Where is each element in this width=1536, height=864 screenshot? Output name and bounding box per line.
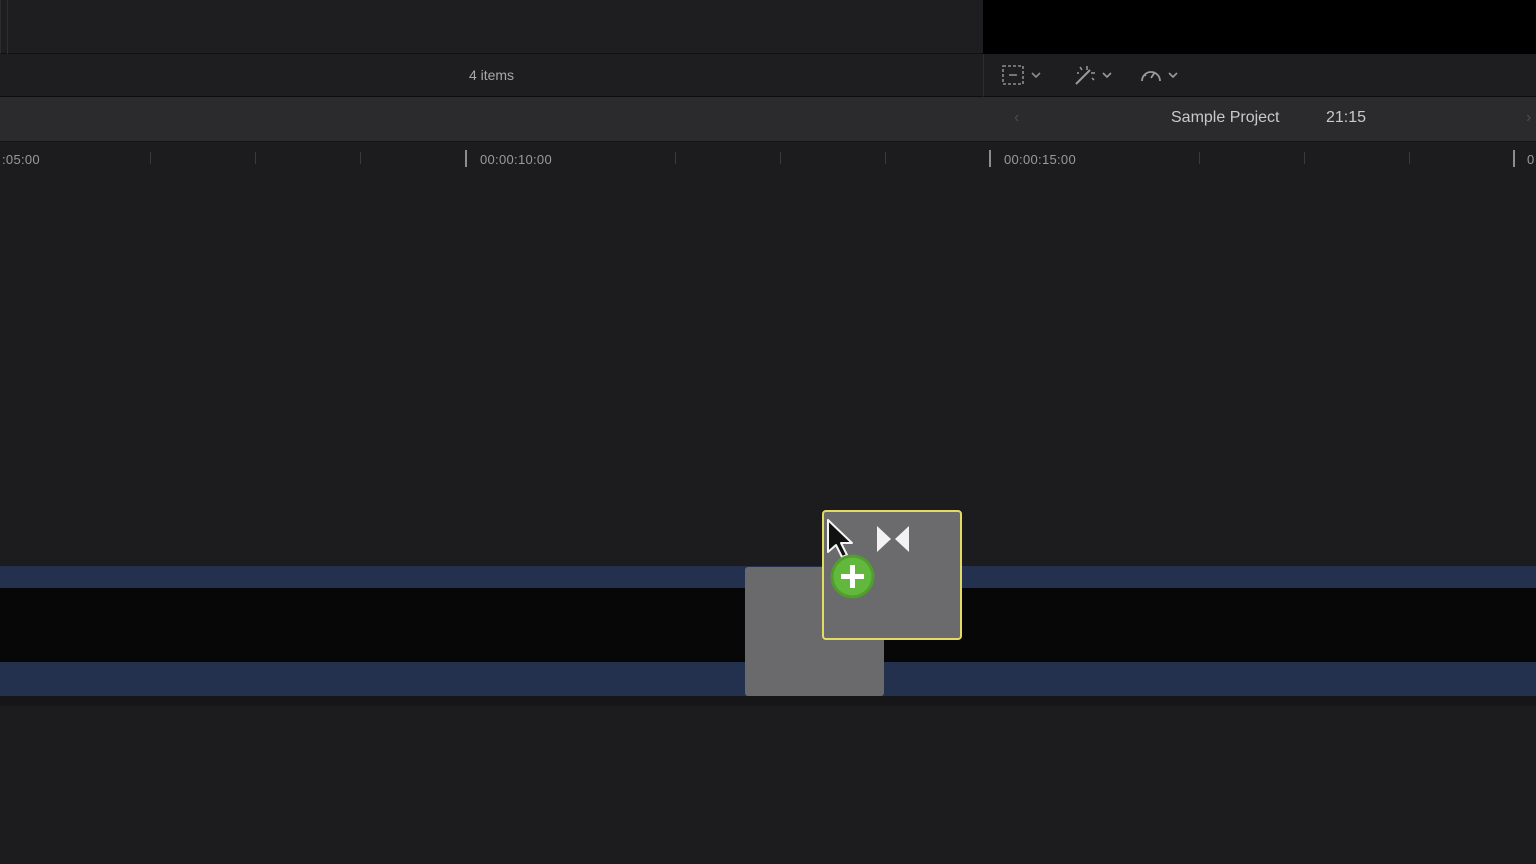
ruler-tick <box>150 152 151 164</box>
chevron-down-icon <box>1102 72 1112 79</box>
chevron-down-icon <box>1031 72 1041 79</box>
add-plus-icon <box>830 554 875 599</box>
ruler-tick <box>1199 152 1200 164</box>
ruler-tick <box>885 152 886 164</box>
ruler-label: 00:00:10:00 <box>480 152 552 167</box>
timeline-ruler[interactable]: :05:00 00:00:10:00 00:00:15:00 0 <box>0 142 1536 174</box>
viewer-toolbar <box>983 54 1536 97</box>
storyline-shadow <box>0 696 1536 706</box>
transition-icon <box>877 526 909 552</box>
item-count-label: 4 items <box>468 67 515 83</box>
browser-area: 4 items <box>0 0 1536 97</box>
chevron-down-icon <box>1168 72 1178 79</box>
project-name: Sample Project <box>1171 109 1280 126</box>
ruler-major-tick <box>989 150 991 167</box>
clip-appearance-icon <box>1002 65 1024 85</box>
ruler-tick <box>360 152 361 164</box>
retime-speed-icon <box>1141 71 1161 82</box>
project-duration: 21:15 <box>1326 109 1367 126</box>
ruler-tick <box>675 152 676 164</box>
ruler-tick <box>780 152 781 164</box>
viewer-canvas <box>983 0 1536 54</box>
browser-clip-list[interactable] <box>0 0 983 97</box>
ruler-tick <box>255 152 256 164</box>
ruler-major-tick <box>465 150 467 167</box>
ruler-tick <box>1304 152 1305 164</box>
ruler-label: 00:00:15:00 <box>1004 152 1076 167</box>
timeline-forward-button[interactable]: › <box>1526 109 1531 127</box>
enhance-wand-icon <box>1075 66 1095 85</box>
ruler-tick <box>1409 152 1410 164</box>
timeline-body[interactable] <box>0 174 1536 864</box>
clip-appearance-button[interactable] <box>1001 62 1041 88</box>
ruler-label: 0 <box>1527 152 1535 167</box>
browser-status-bar: 4 items <box>0 54 983 97</box>
enhance-button[interactable] <box>1072 62 1112 88</box>
ruler-major-tick <box>1513 150 1515 167</box>
timeline-back-button[interactable]: ‹ <box>1014 109 1019 127</box>
retime-button[interactable] <box>1138 62 1178 88</box>
ruler-label: :05:00 <box>2 152 40 167</box>
timeline-header: ‹ Sample Project 21:15 › <box>0 97 1536 142</box>
